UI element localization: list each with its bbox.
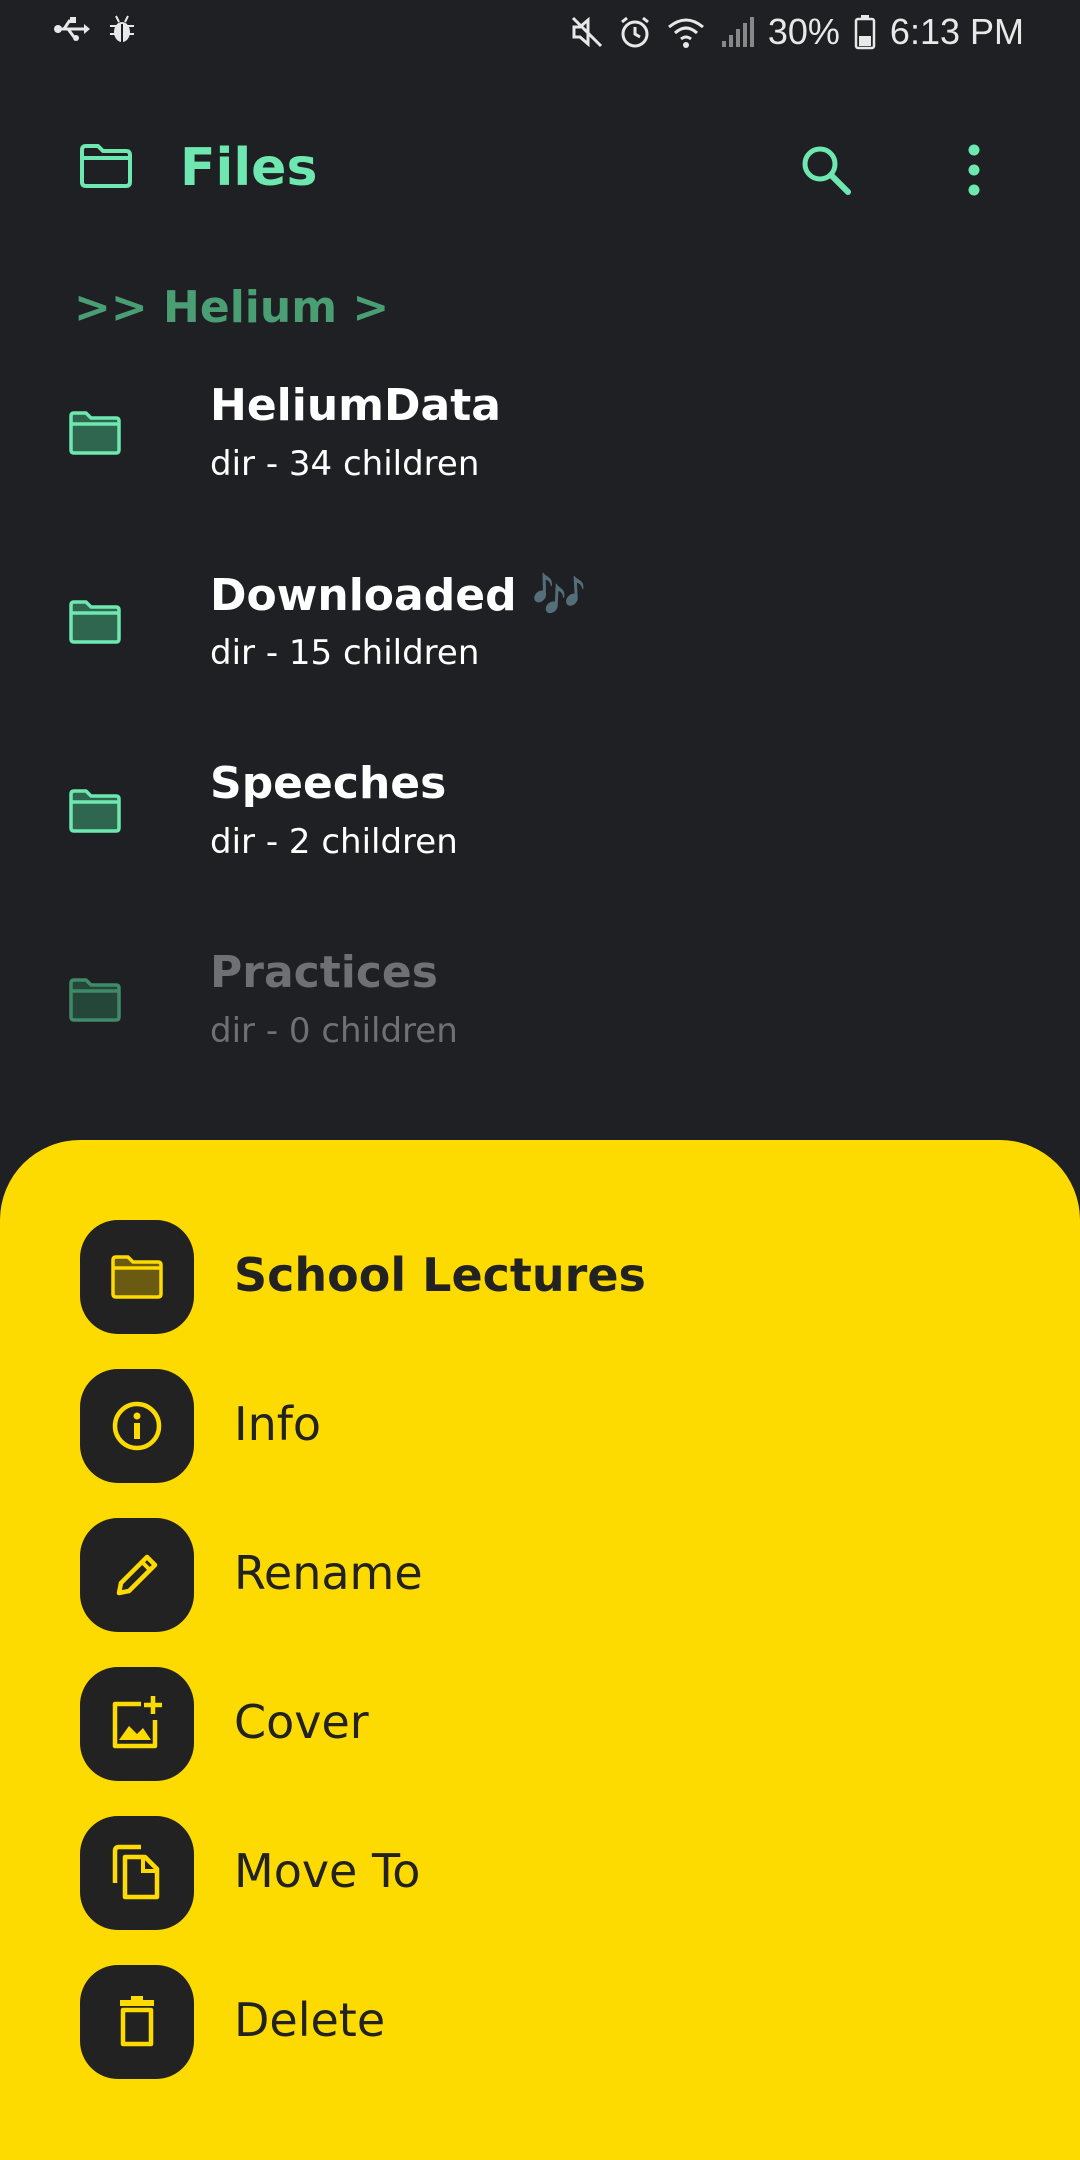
file-name: Speeches	[210, 758, 447, 809]
trash-icon	[120, 1996, 154, 2047]
battery-percent: 30%	[767, 11, 840, 52]
sheet-icon-bg	[80, 1220, 194, 1334]
sheet-icon-bg	[80, 1369, 194, 1483]
list-item-practices[interactable]: Practices dir - 0 children	[0, 927, 1080, 1116]
clock-time: 6:13 PM	[889, 11, 1024, 52]
delete-button[interactable]: Delete	[80, 1965, 1000, 2081]
file-name: Downloaded 🎶	[210, 570, 587, 621]
breadcrumb[interactable]: >> Helium >	[74, 282, 389, 333]
move-to-label: Move To	[234, 1844, 421, 1898]
app-bar: Files	[0, 120, 1080, 220]
rename-label: Rename	[234, 1546, 423, 1600]
file-name: HeliumData	[210, 380, 501, 431]
sheet-icon-bg	[80, 1667, 194, 1781]
usb-icon	[54, 17, 90, 41]
folder-icon	[80, 144, 132, 188]
battery-icon	[854, 15, 876, 50]
rename-button[interactable]: Rename	[80, 1518, 1000, 1634]
info-label: Info	[234, 1397, 322, 1451]
folder-icon	[69, 411, 121, 455]
cover-button[interactable]: Cover	[80, 1667, 1000, 1783]
pencil-icon	[116, 1554, 158, 1596]
list-item-downloaded[interactable]: Downloaded 🎶 dir - 15 children	[0, 549, 1080, 738]
info-icon	[112, 1401, 162, 1451]
status-bar: 30% 6:13 PM	[0, 0, 1080, 64]
file-meta: dir - 0 children	[210, 1011, 458, 1051]
file-meta: dir - 2 children	[210, 822, 458, 862]
more-vert-icon[interactable]	[944, 138, 1004, 202]
signal-icon	[721, 17, 754, 47]
bug-icon	[110, 15, 134, 42]
file-name: Practices	[210, 947, 438, 998]
folder-icon	[69, 789, 121, 833]
copy-file-icon	[112, 1844, 160, 1900]
search-icon[interactable]	[794, 138, 858, 202]
folder-icon	[69, 978, 121, 1022]
file-meta: dir - 34 children	[210, 444, 480, 484]
folder-icon	[69, 600, 121, 644]
file-list: HeliumData dir - 34 children Downloaded …	[0, 360, 1080, 1116]
delete-label: Delete	[234, 1993, 386, 2047]
bottom-sheet: School Lectures Info Rename Cover Move T…	[0, 1140, 1080, 2160]
wifi-icon	[667, 18, 704, 48]
sheet-icon-bg	[80, 1816, 194, 1930]
sheet-header: School Lectures	[80, 1220, 1000, 1336]
list-item-heliumdata[interactable]: HeliumData dir - 34 children	[0, 360, 1080, 549]
info-button[interactable]: Info	[80, 1369, 1000, 1485]
sheet-title: School Lectures	[234, 1248, 646, 1302]
list-item-speeches[interactable]: Speeches dir - 2 children	[0, 738, 1080, 927]
sheet-icon-bg	[80, 1518, 194, 1632]
sheet-icon-bg	[80, 1965, 194, 2079]
cover-label: Cover	[234, 1695, 369, 1749]
mute-icon	[571, 16, 602, 48]
file-meta: dir - 15 children	[210, 633, 480, 673]
folder-icon	[111, 1255, 163, 1299]
app-title: Files	[180, 138, 318, 198]
alarm-icon	[620, 16, 649, 48]
move-to-button[interactable]: Move To	[80, 1816, 1000, 1932]
add-photo-icon	[112, 1696, 162, 1749]
